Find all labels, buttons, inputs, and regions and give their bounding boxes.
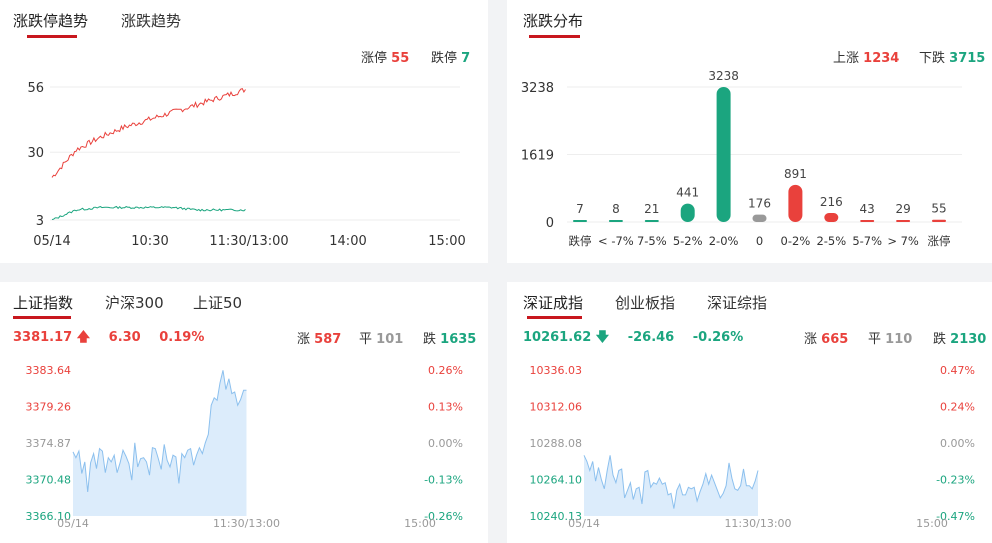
category-label: 0-2%: [781, 234, 811, 248]
rise-fall-distribution-panel: 涨跌分布 上涨 1234 下跌 3715 3238 1619 0 7 跌停 8 < -7% 2…: [507, 0, 992, 263]
x-tick-label: 05/14: [33, 234, 70, 249]
x-tick-label: 15:00: [404, 517, 436, 530]
limit-trend-chart: 56 30 3 05/14 10:30 11:30/13:00 14:00 15:00: [27, 81, 465, 249]
right-tick-label: -0.23%: [936, 474, 975, 487]
y-tick-label: 30: [27, 146, 44, 161]
category-label: > 7%: [887, 234, 919, 248]
bar: [716, 87, 731, 222]
bar-value-label: 7: [576, 202, 584, 216]
x-tick-label: 11:30/13:00: [213, 517, 280, 530]
bar-value-label: 8: [612, 202, 620, 216]
right-tick-label: 0.00%: [428, 437, 463, 450]
right-tick-label: 0.47%: [940, 364, 975, 377]
bar-value-label: 216: [820, 195, 843, 209]
right-tick-label: -0.13%: [424, 474, 463, 487]
bar: [752, 214, 767, 222]
bar-value-label: 3238: [708, 69, 739, 83]
x-tick-label: 14:00: [329, 234, 366, 249]
sz-index-panel: 深证成指 创业板指 深证综指 10261.62 🡇 -26.46 -0.26% …: [507, 282, 992, 543]
bar-value-label: 441: [676, 186, 699, 200]
sh-index-panel: 上证指数 沪深300 上证50 3381.17 🡅 6.30 0.19% 涨 5…: [0, 282, 488, 543]
x-tick-label: 11:30/13:00: [724, 517, 791, 530]
bar-value-label: 43: [860, 202, 875, 216]
bar-value-label: 891: [784, 167, 807, 181]
category-label: < -7%: [598, 234, 634, 248]
left-tick-label: 10288.08: [530, 437, 583, 450]
price-area-fill: [73, 370, 247, 516]
limit-up-series-line: [51, 87, 246, 178]
x-tick-label: 05/14: [57, 517, 89, 530]
bar-value-label: 29: [895, 202, 910, 216]
y-tick-label: 56: [27, 81, 44, 96]
category-label: 5-2%: [673, 234, 703, 248]
category-label: 2-5%: [816, 234, 846, 248]
y-tick-label: 1619: [521, 149, 554, 164]
y-tick-label: 3: [36, 214, 44, 229]
x-tick-label: 05/14: [568, 517, 600, 530]
bar: [896, 220, 911, 222]
bar: [680, 203, 695, 222]
bar-value-label: 176: [748, 197, 771, 211]
sh-intraday-chart: 3383.64 0.26% 3379.26 0.13% 3374.87 0.00% 3370…: [26, 364, 464, 530]
price-area-fill: [584, 455, 758, 516]
x-tick-label: 15:00: [916, 517, 948, 530]
y-tick-label: 0: [546, 216, 554, 231]
limit-down-series-line: [51, 205, 246, 220]
left-tick-label: 3379.26: [26, 401, 72, 414]
right-tick-label: 0.00%: [940, 437, 975, 450]
bar: [644, 220, 659, 222]
bar: [608, 220, 623, 222]
x-tick-label: 11:30/13:00: [209, 234, 288, 249]
left-tick-label: 3374.87: [26, 437, 72, 450]
category-label: 7-5%: [637, 234, 667, 248]
bar: [932, 219, 946, 222]
left-tick-label: 3383.64: [26, 364, 72, 377]
x-tick-label: 15:00: [428, 234, 465, 249]
bar: [824, 212, 839, 222]
y-tick-label: 3238: [521, 81, 554, 96]
bar: [573, 220, 587, 222]
category-label: 5-7%: [852, 234, 882, 248]
right-tick-label: 0.26%: [428, 364, 463, 377]
category-label: 0: [756, 234, 763, 248]
category-label: 涨停: [928, 234, 951, 248]
left-tick-label: 10336.03: [530, 364, 583, 377]
left-tick-label: 10312.06: [530, 401, 583, 414]
bar-value-label: 55: [931, 202, 946, 216]
sz-intraday-chart: 10336.03 0.47% 10312.06 0.24% 10288.08 0.00% 1…: [530, 364, 976, 530]
left-tick-label: 3370.48: [26, 474, 72, 487]
distribution-chart: 3238 1619 0 7 跌停 8 < -7% 21 7-5% 441 5-2% 3238 2-0% 1…: [521, 69, 962, 248]
right-tick-label: 0.24%: [940, 401, 975, 414]
category-label: 2-0%: [709, 234, 739, 248]
right-tick-label: 0.13%: [428, 401, 463, 414]
left-tick-label: 10264.10: [530, 474, 583, 487]
category-label: 跌停: [569, 234, 592, 248]
x-tick-label: 10:30: [131, 234, 168, 249]
bar: [788, 184, 803, 222]
bar-value-label: 21: [644, 202, 659, 216]
bar: [860, 220, 875, 222]
limit-trend-panel: 涨跌停趋势 涨跌趋势 涨停 55 跌停 7 56 30 3 05/14 10:30 11:…: [0, 0, 488, 263]
